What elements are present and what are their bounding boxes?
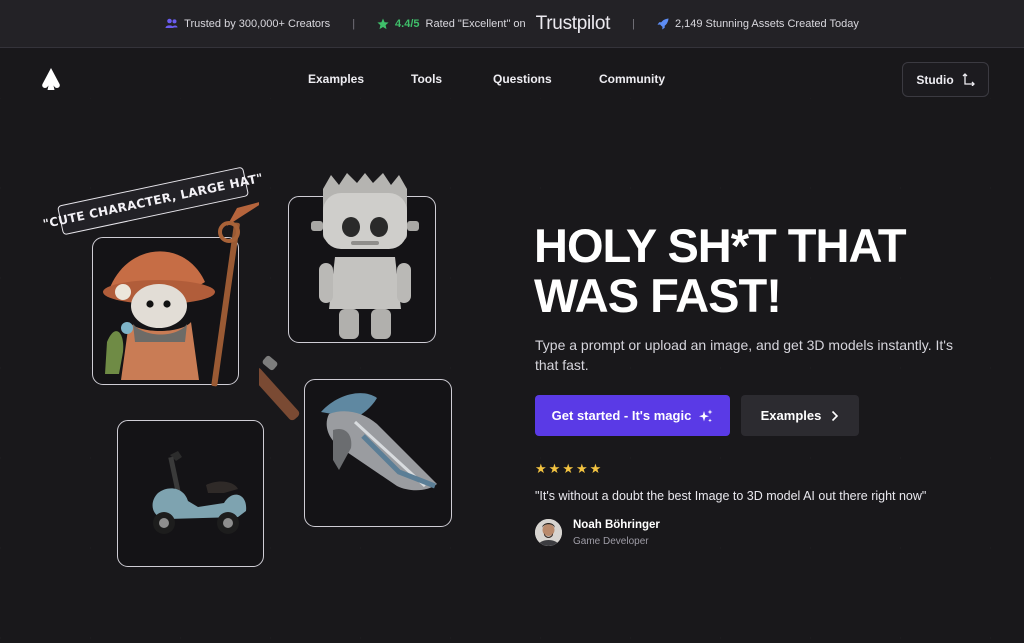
scooter-model-image [152, 451, 247, 534]
chevron-right-icon [832, 410, 839, 421]
brand-logo-icon[interactable] [40, 67, 62, 91]
nav-link-examples[interactable]: Examples [308, 72, 411, 86]
star-icon: ★ [535, 461, 547, 476]
author-role: Game Developer [573, 536, 649, 547]
examples-button[interactable]: Examples [741, 395, 859, 436]
banner-separator: | [352, 17, 356, 30]
sparkles-icon [699, 409, 713, 422]
get-started-label: Get started - It's magic [551, 408, 692, 423]
star-icon: ★ [548, 461, 561, 476]
examples-label: Examples [760, 408, 822, 423]
corner-arrow-icon [962, 73, 975, 86]
nav-link-questions[interactable]: Questions [493, 72, 599, 86]
star-icon: ★ [589, 461, 602, 476]
person-avatar-icon [535, 519, 562, 546]
hero-title-line-2: WAS FAST! [534, 269, 782, 322]
model-card-wizard [92, 202, 259, 387]
studio-button[interactable]: Studio [902, 62, 989, 97]
sword-model-image [259, 355, 437, 491]
rating-badge[interactable]: 4.4/5 Rated "Excellent" on Trustpilot [377, 13, 610, 35]
wizard-model-image [103, 202, 259, 387]
main-nav: Examples Tools Questions Community Studi… [0, 48, 1024, 110]
hero-subtitle: Type a prompt or upload an image, and ge… [535, 337, 953, 373]
frankenstein-model-image [311, 173, 419, 339]
hero-title-line-1: HOLY SH*T THAT [534, 219, 907, 272]
model-card-scooter [117, 420, 264, 567]
star-icon [377, 18, 389, 29]
users-icon [165, 18, 178, 28]
creators-badge: Trusted by 300,000+ Creators [165, 18, 330, 30]
assets-badge: 2,149 Stunning Assets Created Today [657, 18, 859, 30]
banner-separator: | [632, 17, 635, 30]
testimonial-rating: ★ ★ ★ ★ ★ [535, 461, 601, 477]
rating-text: Rated "Excellent" on [425, 17, 526, 30]
nav-links: Examples Tools Questions Community [308, 72, 665, 86]
author-avatar [535, 519, 562, 546]
rating-score: 4.4/5 [395, 17, 420, 30]
get-started-button[interactable]: Get started - It's magic [535, 395, 730, 436]
assets-text: 2,149 Stunning Assets Created Today [674, 17, 859, 30]
model-card-frankenstein [288, 173, 436, 343]
model-card-sword [259, 355, 452, 527]
author-name: Noah Böhringer [573, 519, 660, 531]
testimonial-quote: "It's without a doubt the best Image to … [535, 489, 927, 503]
rocket-icon [657, 18, 669, 29]
star-icon: ★ [575, 461, 588, 476]
nav-link-tools[interactable]: Tools [411, 72, 493, 86]
trust-banner: Trusted by 300,000+ Creators | 4.4/5 Rat… [0, 0, 1024, 48]
trustpilot-logo[interactable]: Trustpilot [536, 13, 611, 35]
nav-link-community[interactable]: Community [599, 72, 665, 86]
creators-text: Trusted by 300,000+ Creators [184, 17, 331, 30]
star-icon: ★ [562, 461, 574, 476]
studio-label: Studio [916, 72, 954, 87]
hero-title: HOLY SH*T THAT WAS FAST! [534, 221, 994, 321]
